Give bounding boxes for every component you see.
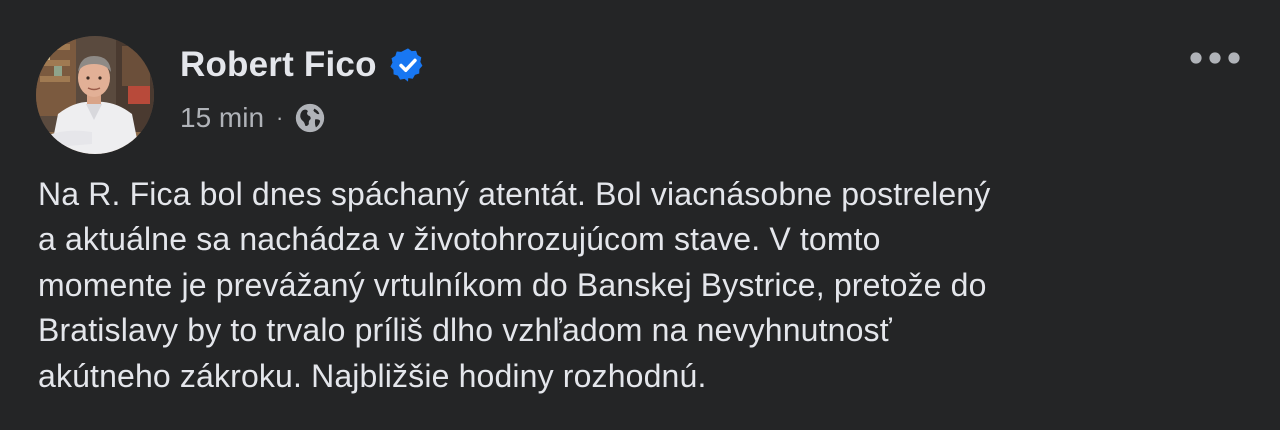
- post-timestamp[interactable]: 15 min: [180, 102, 264, 134]
- post-body-text: Na R. Fica bol dnes spáchaný atentát. Bo…: [38, 176, 991, 394]
- post-meta: 15 min ·: [180, 98, 327, 138]
- more-options-icon: [1190, 52, 1240, 64]
- author-header: Robert Fico: [180, 42, 427, 88]
- author-name[interactable]: Robert Fico: [180, 45, 377, 85]
- avatar-photo: [36, 36, 154, 154]
- globe-icon[interactable]: [293, 101, 327, 135]
- meta-separator: ·: [276, 105, 284, 130]
- post-card: Robert Fico 15 min · Na R. Fica bol dnes…: [0, 0, 1280, 430]
- verified-badge-icon: [389, 46, 427, 84]
- author-avatar[interactable]: [36, 36, 154, 154]
- more-options-button[interactable]: [1182, 38, 1248, 78]
